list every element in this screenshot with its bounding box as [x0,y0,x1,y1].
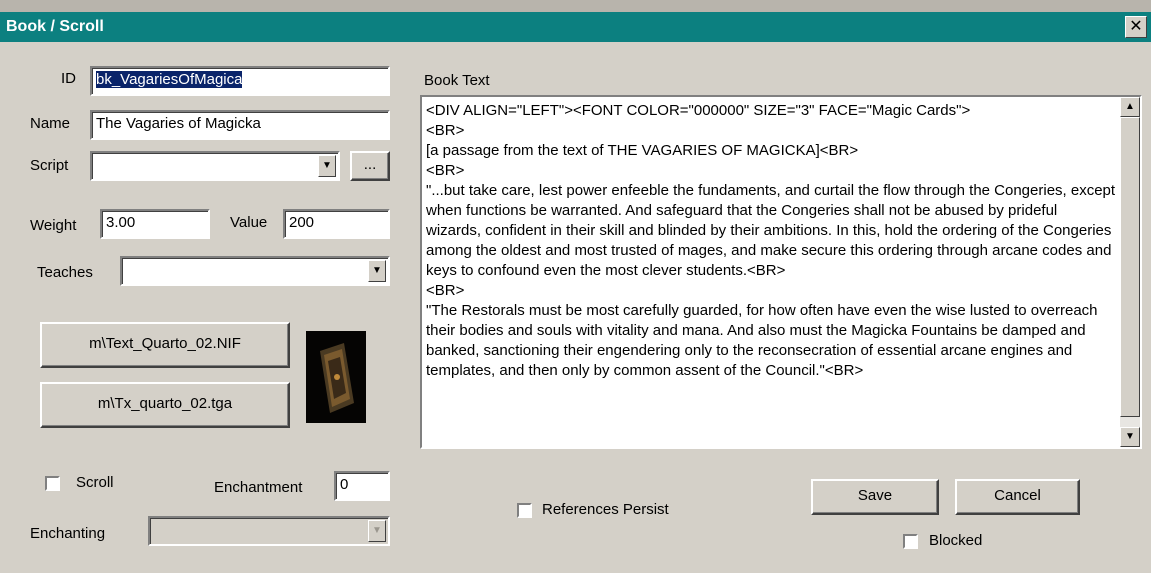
scroll-up-button[interactable]: ▲ [1120,97,1140,117]
weight-value: 3.00 [106,214,136,231]
arrow-down-icon: ▼ [1125,431,1135,442]
id-label: ID [61,70,76,87]
chevron-down-icon: ▼ [372,265,382,276]
chevron-down-icon: ▼ [322,160,332,171]
scroll-down-button[interactable]: ▼ [1120,427,1140,447]
model-path-label: m\Text_Quarto_02.NIF [89,335,241,352]
arrow-up-icon: ▲ [1125,101,1135,112]
script-label: Script [30,157,69,174]
cancel-button[interactable]: Cancel [955,479,1080,515]
book-icon-preview [306,331,366,423]
window-title: Book / Scroll [6,18,104,35]
model-path-button[interactable]: m\Text_Quarto_02.NIF [40,322,290,368]
book-text-area[interactable]: <DIV ALIGN="LEFT"><FONT COLOR="000000" S… [420,95,1142,449]
name-value: The Vagaries of Magicka [96,115,261,132]
book-text-scrollbar[interactable]: ▲ ▼ [1120,97,1140,447]
teaches-label: Teaches [37,264,93,281]
name-label: Name [30,115,71,132]
book-image-icon [306,331,366,423]
teaches-dropdown[interactable] [120,256,390,286]
enchantment-value: 0 [340,476,349,493]
enchanting-dropdown-button: ▼ [368,520,386,542]
enchantment-label: Enchantment [214,479,303,496]
scroll-checkbox[interactable] [45,476,60,491]
id-field[interactable]: bk_VagariesOfMagica [90,66,390,96]
save-button[interactable]: Save [811,479,939,515]
icon-path-label: m\Tx_quarto_02.tga [97,395,233,412]
references-persist-checkbox[interactable] [517,503,532,518]
scroll-thumb[interactable] [1120,117,1140,417]
weight-label: Weight [30,217,77,234]
save-label: Save [857,487,893,504]
references-persist-label: References Persist [542,501,669,518]
enchantment-field[interactable]: 0 [334,471,390,501]
book-text-label: Book Text [424,72,490,89]
book-scroll-dialog: Book / Scroll ✕ ID bk_VagariesOfMagica N… [0,0,1151,573]
script-dropdown[interactable] [90,151,340,181]
value-label: Value [230,214,268,231]
scroll-label: Scroll [76,474,114,491]
close-button[interactable]: ✕ [1125,16,1147,38]
blocked-label: Blocked [929,532,983,549]
script-dropdown-button[interactable]: ▼ [318,155,336,177]
book-text-content: <DIV ALIGN="LEFT"><FONT COLOR="000000" S… [426,102,1116,379]
enchanting-label: Enchanting [30,525,106,542]
weight-field[interactable]: 3.00 [100,209,210,239]
script-browse-button[interactable]: ... [350,151,390,181]
teaches-dropdown-button[interactable]: ▼ [368,260,386,282]
value-value: 200 [289,214,315,231]
chevron-down-icon: ▼ [372,525,382,536]
name-field[interactable]: The Vagaries of Magicka [90,110,390,140]
script-browse-label: ... [363,156,377,173]
enchanting-dropdown [148,516,390,546]
close-icon: ✕ [1129,18,1143,35]
blocked-checkbox[interactable] [903,534,918,549]
icon-path-button[interactable]: m\Tx_quarto_02.tga [40,382,290,428]
value-field[interactable]: 200 [283,209,390,239]
id-value: bk_VagariesOfMagica [96,71,243,88]
background-window-strip [0,0,1151,12]
title-bar[interactable]: Book / Scroll ✕ [0,12,1151,42]
cancel-label: Cancel [994,487,1041,504]
